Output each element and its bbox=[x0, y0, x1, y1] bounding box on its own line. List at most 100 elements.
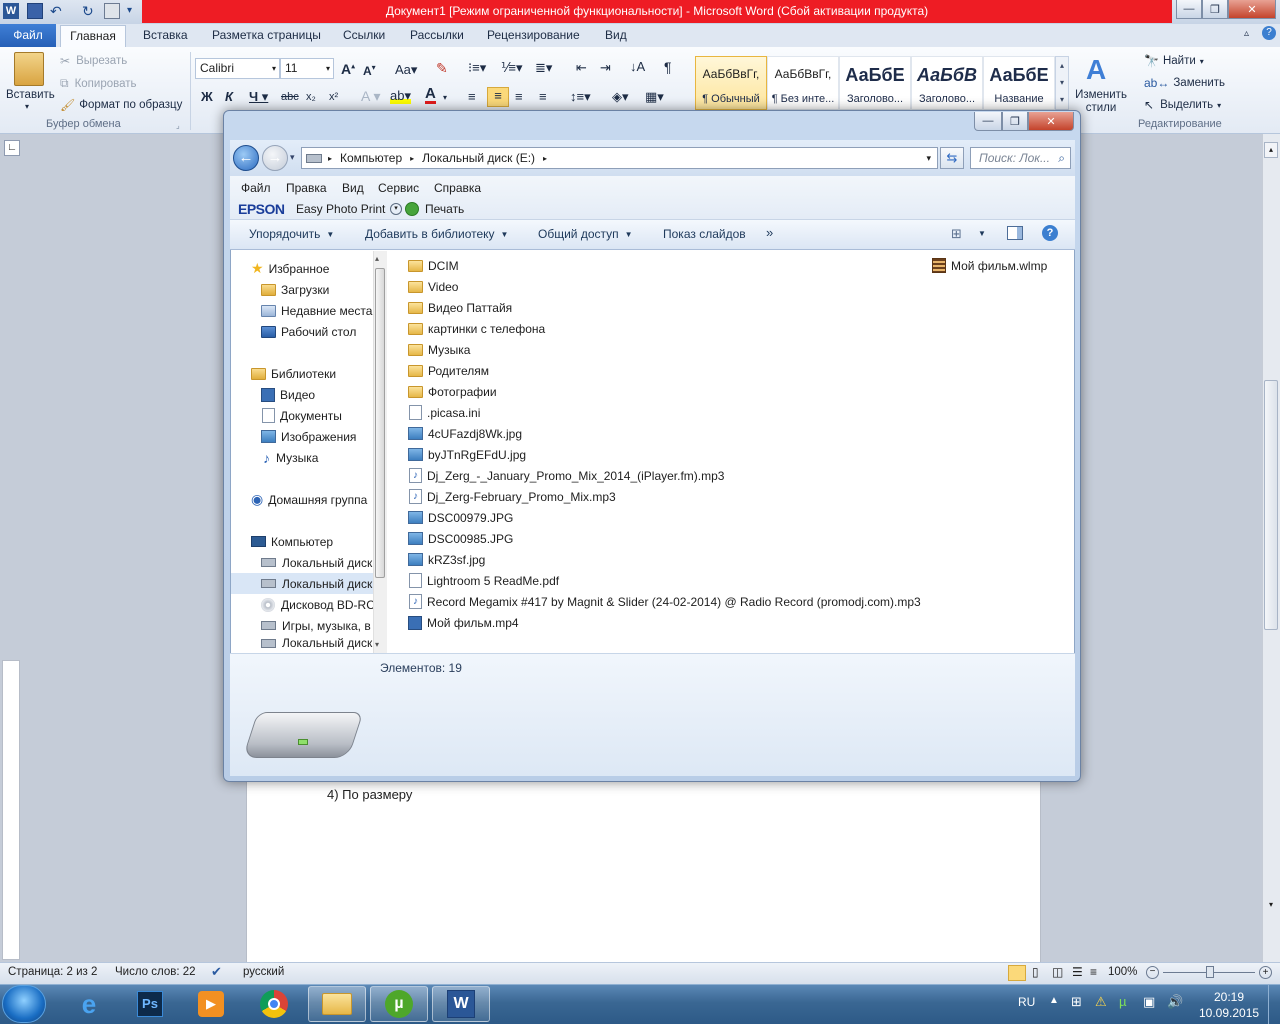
taskbar-media-player[interactable]: ▶ bbox=[182, 986, 240, 1022]
increase-indent-icon[interactable]: ⇥ bbox=[600, 60, 611, 76]
menu-help[interactable]: Справка bbox=[434, 181, 481, 195]
menu-edit[interactable]: Правка bbox=[286, 181, 327, 195]
copy-button[interactable]: ⧉ Копировать bbox=[60, 76, 137, 91]
cut-button[interactable]: ✂ Вырезать bbox=[60, 54, 127, 68]
font-size-box[interactable]: 11 ▾ bbox=[280, 58, 334, 79]
menu-tools[interactable]: Сервис bbox=[378, 181, 419, 195]
warning-icon[interactable]: ⚠ bbox=[1095, 994, 1107, 1010]
nav-video[interactable]: Видео bbox=[231, 384, 373, 405]
explorer-help-icon[interactable]: ? bbox=[1042, 225, 1058, 241]
add-to-library-button[interactable]: Добавить в библиотеку ▼ bbox=[365, 227, 508, 241]
nav-bd-drive[interactable]: Дисковод BD-RC bbox=[231, 594, 373, 615]
list-item[interactable]: kRZ3sf.jpg bbox=[408, 549, 921, 570]
subscript-icon[interactable]: x₂ bbox=[306, 91, 316, 103]
view-options-icon[interactable]: ⊞ bbox=[951, 226, 962, 242]
nav-scroll-down-icon[interactable]: ▾ bbox=[375, 640, 379, 649]
breadcrumb-computer[interactable]: Компьютер bbox=[340, 151, 402, 165]
tab-page-layout[interactable]: Разметка страницы bbox=[212, 28, 321, 42]
word-app-icon[interactable]: W bbox=[3, 3, 19, 19]
utorrent-tray-icon[interactable]: µ bbox=[1119, 994, 1127, 1009]
address-dropdown-icon[interactable]: ▾ bbox=[926, 153, 931, 164]
list-item[interactable]: .picasa.ini bbox=[408, 402, 921, 423]
history-dropdown-icon[interactable]: ▾ bbox=[290, 152, 295, 163]
tab-view[interactable]: Вид bbox=[605, 28, 627, 42]
share-button[interactable]: Общий доступ ▼ bbox=[538, 227, 633, 241]
device-icon[interactable]: ▣ bbox=[1143, 994, 1155, 1010]
nav-documents[interactable]: Документы bbox=[231, 405, 373, 426]
nav-recent-places[interactable]: Недавние места bbox=[231, 300, 373, 321]
nav-local-disk-3[interactable]: Локальный диск bbox=[231, 636, 373, 650]
list-item[interactable]: DCIM bbox=[408, 255, 921, 276]
back-button[interactable]: ← bbox=[233, 145, 259, 171]
list-item[interactable]: byJTnRgEFdU.jpg bbox=[408, 444, 921, 465]
borders-icon[interactable]: ▦▾ bbox=[645, 89, 664, 105]
nav-images[interactable]: Изображения bbox=[231, 426, 373, 447]
style-no-spacing[interactable]: АаБбВвГг, ¶ Без инте... bbox=[767, 56, 839, 110]
scroll-down-button[interactable]: ▾ bbox=[1264, 900, 1278, 916]
align-right-icon[interactable]: ≡ bbox=[515, 89, 523, 104]
nav-desktop[interactable]: Рабочий стол bbox=[231, 321, 373, 342]
select-button[interactable]: ↖ Выделить ▾ bbox=[1144, 98, 1221, 112]
print-icon[interactable] bbox=[104, 3, 120, 19]
find-button[interactable]: 🔭 Найти ▾ bbox=[1144, 54, 1204, 68]
explorer-minimize-button[interactable]: — bbox=[974, 112, 1002, 131]
taskbar-photoshop[interactable]: Ps bbox=[121, 986, 179, 1022]
redo-icon[interactable]: ↻ bbox=[82, 3, 98, 19]
style-heading-2[interactable]: АаБбВ Заголово... bbox=[911, 56, 983, 110]
forward-button[interactable]: → bbox=[262, 145, 288, 171]
language-indicator[interactable]: русский bbox=[243, 966, 284, 978]
strikethrough-icon[interactable]: abc bbox=[281, 91, 299, 103]
ribbon-collapse-icon[interactable]: ▵ bbox=[1244, 28, 1249, 39]
slideshow-button[interactable]: Показ слайдов bbox=[663, 227, 746, 241]
align-center-icon[interactable]: ≡ bbox=[487, 87, 509, 107]
full-screen-view-icon[interactable]: ▯ bbox=[1032, 965, 1039, 979]
zoom-in-button[interactable]: + bbox=[1259, 966, 1272, 979]
style-normal[interactable]: АаБбВвГг, ¶ Обычный bbox=[695, 56, 767, 110]
bold-icon[interactable]: Ж bbox=[201, 89, 213, 104]
nav-favorites[interactable]: ★ Избранное bbox=[231, 258, 373, 279]
clock-date[interactable]: 10.09.2015 bbox=[1199, 1006, 1259, 1020]
list-item[interactable]: ♪ Record Megamix #417 by Magnit & Slider … bbox=[408, 591, 921, 612]
paste-icon[interactable] bbox=[14, 52, 44, 86]
clock-time[interactable]: 20:19 bbox=[1214, 990, 1244, 1004]
underline-icon[interactable]: Ч ▾ bbox=[249, 89, 268, 105]
draft-view-icon[interactable]: ≡ bbox=[1090, 965, 1097, 979]
align-left-icon[interactable]: ≡ bbox=[468, 89, 476, 104]
style-title[interactable]: АаБбЕ Название bbox=[983, 56, 1055, 110]
format-painter-button[interactable]: 🖌 Формат по образцу bbox=[60, 98, 182, 112]
zoom-level[interactable]: 100% bbox=[1108, 966, 1137, 978]
taskbar-utorrent[interactable]: µ bbox=[370, 986, 428, 1022]
tab-references[interactable]: Ссылки bbox=[343, 28, 385, 42]
change-styles-icon[interactable]: A bbox=[1086, 54, 1106, 86]
tab-stop-selector[interactable]: ∟ bbox=[4, 140, 20, 156]
line-spacing-icon[interactable]: ↕≡▾ bbox=[570, 89, 591, 105]
grow-font-icon[interactable]: A▴ bbox=[341, 61, 355, 77]
list-item[interactable]: Video bbox=[408, 276, 921, 297]
show-marks-icon[interactable]: ¶ bbox=[664, 59, 672, 75]
text-effects-icon[interactable]: A ▾ bbox=[361, 88, 380, 105]
organize-button[interactable]: Упорядочить ▼ bbox=[249, 227, 334, 241]
highlight-icon[interactable]: ab▾ bbox=[390, 88, 411, 104]
scroll-thumb[interactable] bbox=[1264, 380, 1278, 630]
nav-music[interactable]: ♪ Музыка bbox=[231, 447, 373, 468]
zoom-slider-handle[interactable] bbox=[1206, 966, 1214, 978]
list-item[interactable]: Родителям bbox=[408, 360, 921, 381]
zoom-out-button[interactable]: − bbox=[1146, 966, 1159, 979]
list-item[interactable]: Lightroom 5 ReadMe.pdf bbox=[408, 570, 921, 591]
list-item[interactable]: Мой фильм.mp4 bbox=[408, 612, 921, 633]
list-item[interactable]: Фотографии bbox=[408, 381, 921, 402]
nav-homegroup[interactable]: ◉ Домашняя группа bbox=[231, 489, 373, 510]
list-item[interactable]: Видео Паттайя bbox=[408, 297, 921, 318]
decrease-indent-icon[interactable]: ⇤ bbox=[576, 60, 587, 76]
paste-dropdown-icon[interactable]: ▾ bbox=[25, 102, 29, 111]
superscript-icon[interactable]: x² bbox=[329, 91, 338, 103]
font-name-box[interactable]: Calibri ▾ bbox=[195, 58, 280, 79]
list-item[interactable]: Музыка bbox=[408, 339, 921, 360]
nav-libraries[interactable]: Библиотеки bbox=[231, 363, 373, 384]
list-item[interactable]: ♪ Dj_Zerg_-_January_Promo_Mix_2014_(iPlay… bbox=[408, 465, 921, 486]
word-count[interactable]: Число слов: 22 bbox=[115, 966, 196, 978]
maximize-button[interactable]: ❐ bbox=[1202, 0, 1228, 19]
save-icon[interactable] bbox=[27, 3, 43, 19]
nav-local-disk-2[interactable]: Локальный диск bbox=[231, 573, 373, 594]
list-item[interactable]: DSC00979.JPG bbox=[408, 507, 921, 528]
